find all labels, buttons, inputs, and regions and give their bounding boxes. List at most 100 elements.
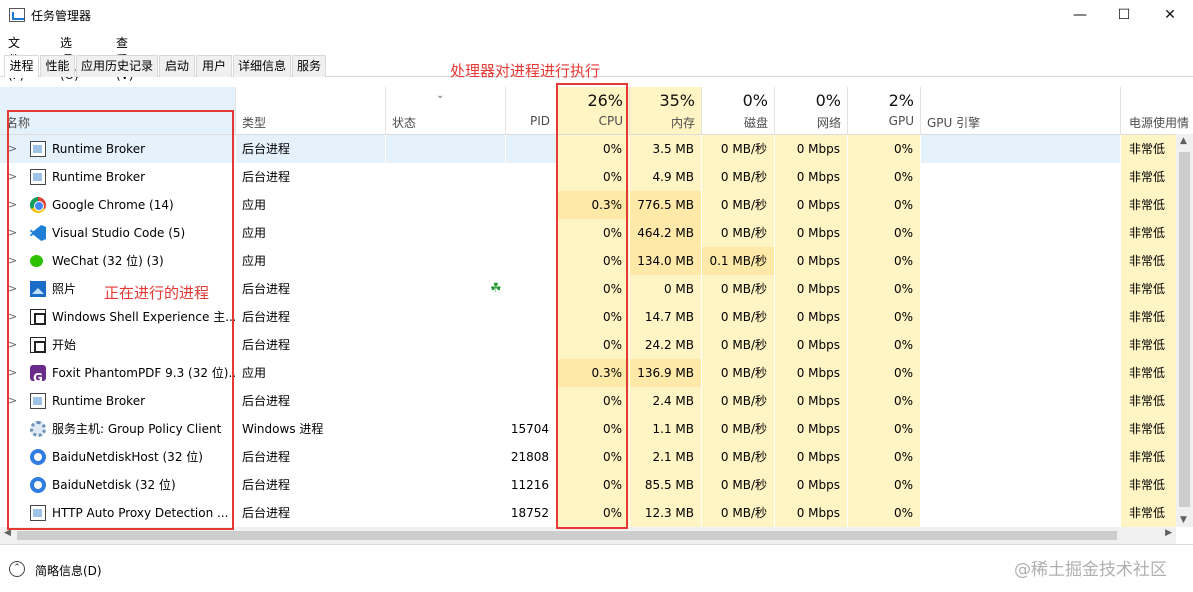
process-memory: 2.1 MB [630, 443, 701, 471]
tab-services[interactable]: 服务 [292, 55, 326, 77]
process-power: 非常低 [1121, 191, 1176, 219]
process-network: 0 Mbps [775, 219, 847, 247]
process-disk: 0 MB/秒 [702, 219, 774, 247]
process-memory: 12.3 MB [630, 499, 701, 527]
process-gpu-engine [921, 499, 1120, 527]
vertical-scroll-thumb[interactable] [1179, 152, 1190, 507]
process-status [386, 135, 505, 163]
tab-startup[interactable]: 启动 [159, 55, 195, 77]
scroll-up-icon[interactable]: ▲ [1180, 136, 1187, 146]
column-header-memory[interactable]: 35% 内存 [630, 87, 701, 135]
process-pid: 18752 [510, 506, 549, 520]
tab-processes[interactable]: 进程 [4, 55, 39, 78]
minimize-button[interactable]: — [1057, 0, 1103, 30]
process-disk: 0 MB/秒 [702, 163, 774, 191]
collapse-up-icon[interactable]: ⌃ [9, 561, 25, 577]
column-header-pid[interactable]: PID [506, 87, 556, 135]
footer-bar: ⌃ 简略信息(D) @稀土掘金技术社区 [0, 544, 1193, 592]
column-header-gpu-engine[interactable]: GPU 引擎 [921, 87, 1120, 135]
process-disk: 0 MB/秒 [702, 275, 774, 303]
process-memory: 134.0 MB [630, 247, 701, 275]
process-disk: 0 MB/秒 [702, 443, 774, 471]
process-gpu: 0% [848, 443, 920, 471]
process-gpu: 0% [848, 135, 920, 163]
column-label-disk: 磁盘 [743, 116, 768, 130]
process-network: 0 Mbps [775, 443, 847, 471]
process-gpu-engine [921, 471, 1120, 499]
process-status [386, 303, 505, 331]
vertical-scrollbar[interactable]: ▲ ▼ [1176, 134, 1193, 527]
scroll-right-icon[interactable]: ▶ [1165, 528, 1172, 538]
fewer-details-link[interactable]: 简略信息(D) [35, 562, 102, 579]
process-power: 非常低 [1121, 359, 1176, 387]
close-button[interactable]: ✕ [1147, 0, 1193, 30]
process-pid [506, 303, 556, 331]
column-label-power: 电源使用情 [1129, 116, 1190, 130]
disk-total-percent: 0% [742, 91, 768, 110]
process-type: 后台进程 [242, 506, 291, 520]
process-network: 0 Mbps [775, 331, 847, 359]
column-header-status[interactable]: 状态 [386, 87, 505, 135]
process-pid [506, 359, 556, 387]
process-pid [506, 275, 556, 303]
process-gpu: 0% [848, 191, 920, 219]
process-memory: 776.5 MB [630, 191, 701, 219]
process-type: 后台进程 [242, 478, 291, 492]
process-memory: 464.2 MB [630, 219, 701, 247]
scroll-down-icon[interactable]: ▼ [1180, 515, 1187, 525]
column-header-power[interactable]: 电源使用情 [1121, 87, 1193, 135]
column-label-memory: 内存 [670, 116, 695, 130]
column-label-pid: PID [529, 114, 550, 128]
column-header-type[interactable]: 类型 [236, 87, 385, 135]
column-header-network[interactable]: 0% 网络 [775, 87, 847, 135]
process-gpu: 0% [848, 275, 920, 303]
process-pid [506, 247, 556, 275]
process-gpu-engine [921, 331, 1120, 359]
process-status [386, 219, 505, 247]
column-label-gpu-engine: GPU 引擎 [927, 116, 981, 130]
process-power: 非常低 [1121, 135, 1176, 163]
process-status [386, 331, 505, 359]
process-gpu-engine [921, 275, 1120, 303]
process-disk: 0 MB/秒 [702, 471, 774, 499]
process-network: 0 Mbps [775, 191, 847, 219]
process-gpu-engine [921, 415, 1120, 443]
process-status [386, 415, 505, 443]
column-header-disk[interactable]: 0% 磁盘 [702, 87, 774, 135]
maximize-button[interactable]: ☐ [1101, 0, 1147, 30]
process-gpu: 0% [848, 387, 920, 415]
process-memory: 0 MB [630, 275, 701, 303]
process-disk: 0.1 MB/秒 [702, 247, 774, 275]
process-gpu-engine [921, 443, 1120, 471]
process-gpu: 0% [848, 331, 920, 359]
process-pid [506, 135, 556, 163]
process-status [386, 275, 505, 303]
process-gpu-engine [921, 135, 1120, 163]
process-network: 0 Mbps [775, 275, 847, 303]
tab-app-history[interactable]: 应用历史记录 [76, 55, 158, 77]
process-power: 非常低 [1121, 415, 1176, 443]
process-status [386, 471, 505, 499]
column-label-network: 网络 [816, 116, 841, 130]
process-network: 0 Mbps [775, 415, 847, 443]
column-header-gpu[interactable]: 2% GPU [848, 87, 920, 135]
process-status [386, 387, 505, 415]
process-power: 非常低 [1121, 275, 1176, 303]
process-disk: 0 MB/秒 [702, 499, 774, 527]
process-pid: 15704 [510, 422, 549, 436]
process-network: 0 Mbps [775, 471, 847, 499]
horizontal-scroll-thumb[interactable] [17, 531, 1117, 540]
suspended-leaf-icon: ☘ [490, 281, 502, 296]
tab-details[interactable]: 详细信息 [233, 55, 291, 77]
process-pid [506, 331, 556, 359]
process-disk: 0 MB/秒 [702, 415, 774, 443]
process-type: 后台进程 [242, 394, 291, 408]
process-type: Windows 进程 [242, 422, 324, 436]
process-network: 0 Mbps [775, 387, 847, 415]
process-disk: 0 MB/秒 [702, 191, 774, 219]
tab-users[interactable]: 用户 [196, 55, 232, 77]
process-type: 后台进程 [242, 450, 291, 464]
tab-performance[interactable]: 性能 [40, 55, 75, 77]
process-gpu: 0% [848, 471, 920, 499]
process-network: 0 Mbps [775, 163, 847, 191]
